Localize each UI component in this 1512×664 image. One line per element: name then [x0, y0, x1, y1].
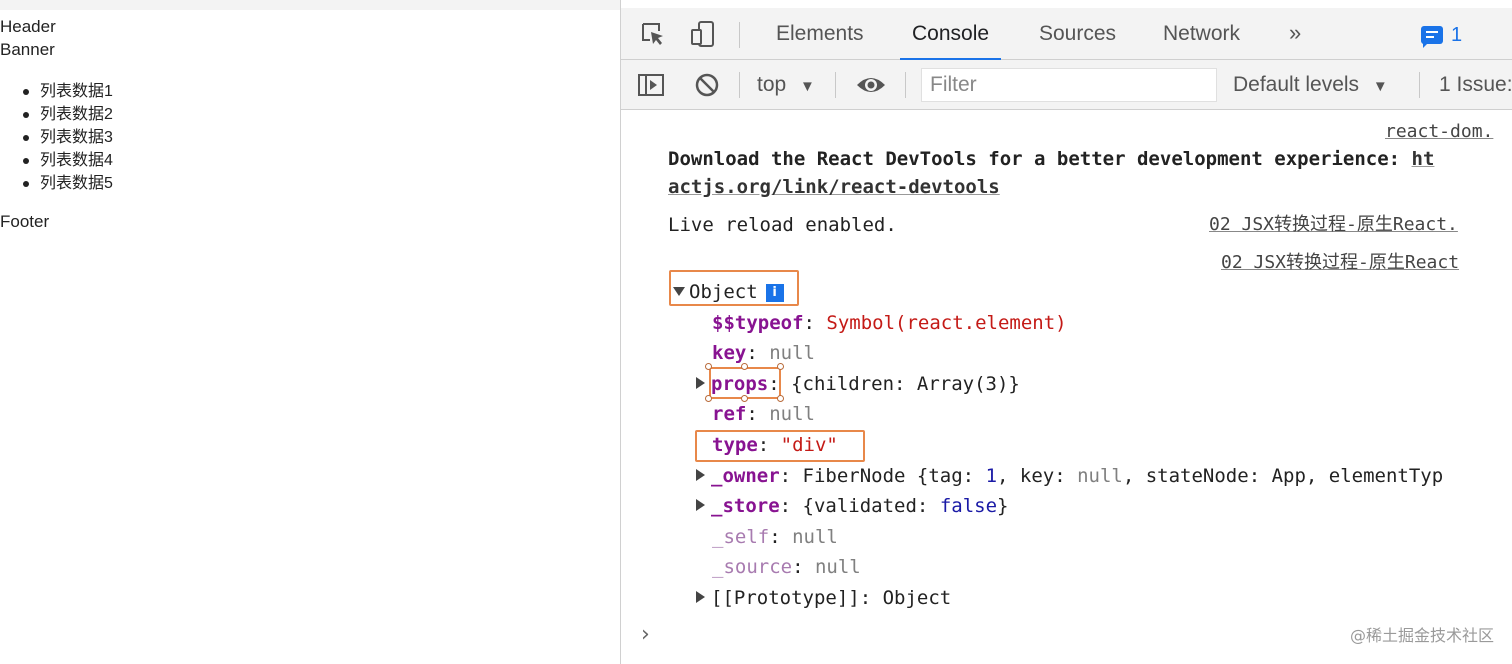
object-property-prototype[interactable]: [[Prototype]]: Object	[696, 585, 951, 611]
page-header-text: Header	[0, 17, 56, 36]
page-list: 列表数据1 列表数据2 列表数据3 列表数据4 列表数据5	[22, 80, 113, 195]
context-value: top	[757, 73, 787, 96]
toolbar-divider	[739, 22, 740, 48]
message-count: 1	[1451, 23, 1463, 46]
list-item: 列表数据4	[22, 149, 113, 172]
filter-divider	[835, 72, 836, 98]
object-property-store[interactable]: _store: {validated: false}	[696, 493, 1008, 519]
devtools-toolbar: Elements Console Sources Network » 1	[621, 8, 1512, 61]
message-icon	[1421, 26, 1443, 48]
source-link[interactable]: 02 JSX转换过程-原生React	[1221, 250, 1459, 276]
console-output: react-dom. Download the React DevTools f…	[621, 110, 1512, 664]
inspect-element-icon[interactable]	[637, 18, 669, 50]
expand-triangle-icon	[696, 499, 705, 511]
list-item: 列表数据3	[22, 126, 113, 149]
console-filter-bar: top ▼ Default levels ▼ 1 Issue:	[621, 60, 1512, 110]
filter-divider	[739, 72, 740, 98]
resize-handle[interactable]	[777, 363, 784, 370]
expand-triangle-icon	[696, 377, 705, 389]
object-property-type: type: "div"	[712, 434, 838, 456]
rendered-page: Header Banner 列表数据1 列表数据2 列表数据3 列表数据4 列表…	[0, 0, 620, 664]
list-item: 列表数据5	[22, 172, 113, 195]
resize-handle[interactable]	[705, 363, 712, 370]
react-devtools-link[interactable]: ht	[1412, 148, 1435, 170]
log-levels-selector[interactable]: Default levels ▼	[1233, 60, 1388, 110]
watermark-text: @稀土掘金技术社区	[1349, 626, 1494, 645]
devtools-panel: Elements Console Sources Network » 1 top	[620, 0, 1512, 664]
object-property: _self: null	[712, 526, 838, 548]
tab-elements[interactable]: Elements	[776, 8, 864, 60]
object-property: key: null	[712, 342, 815, 364]
messages-badge[interactable]: 1	[1421, 22, 1462, 48]
object-label: Object	[689, 281, 758, 303]
info-icon[interactable]: i	[765, 284, 784, 302]
page-top-strip	[0, 0, 620, 10]
tab-console[interactable]: Console	[899, 8, 1002, 61]
react-devtools-link-continued[interactable]: actjs.org/link/react-devtools	[668, 174, 1000, 200]
more-tabs-icon[interactable]: »	[1289, 8, 1301, 60]
sidebar-toggle-icon[interactable]	[635, 69, 667, 101]
tab-network[interactable]: Network	[1163, 8, 1240, 60]
object-property: _source: null	[712, 556, 861, 578]
object-property-props[interactable]: props: {children: Array(3)}	[696, 371, 1020, 397]
live-reload-message: Live reload enabled.	[668, 214, 897, 236]
tab-sources[interactable]: Sources	[1039, 8, 1116, 60]
issues-button[interactable]: 1 Issue:	[1439, 60, 1512, 110]
expand-triangle-icon	[696, 591, 705, 603]
object-root-toggle[interactable]: Object i	[673, 279, 784, 305]
object-property: ref: null	[712, 403, 815, 425]
list-item: 列表数据2	[22, 103, 113, 126]
console-prompt-icon[interactable]: ›	[641, 622, 650, 647]
chevron-down-icon: ▼	[1372, 78, 1388, 95]
page-banner-text: Banner	[0, 40, 55, 59]
react-devtools-message: Download the React DevTools for a better…	[668, 148, 1435, 170]
resize-handle[interactable]	[741, 363, 748, 370]
device-toolbar-icon[interactable]	[687, 18, 719, 50]
source-link[interactable]: react-dom.	[1385, 119, 1493, 145]
source-link[interactable]: 02 JSX转换过程-原生React.	[1209, 212, 1458, 238]
object-property-owner[interactable]: _owner: FiberNode {tag: 1, key: null, st…	[696, 463, 1443, 489]
chevron-down-icon: ▼	[800, 78, 815, 95]
clear-console-icon[interactable]	[691, 69, 723, 101]
expand-triangle-icon	[696, 469, 705, 481]
object-property: $$typeof: Symbol(react.element)	[712, 312, 1067, 334]
filter-input[interactable]	[921, 68, 1217, 102]
expand-triangle-icon	[673, 287, 685, 296]
page-footer-text: Footer	[0, 212, 50, 231]
eye-icon[interactable]	[855, 69, 887, 101]
levels-label: Default levels	[1233, 73, 1360, 96]
filter-divider	[905, 72, 906, 98]
filter-divider	[1419, 72, 1420, 98]
context-selector[interactable]: top ▼	[757, 60, 815, 110]
list-item: 列表数据1	[22, 80, 113, 103]
